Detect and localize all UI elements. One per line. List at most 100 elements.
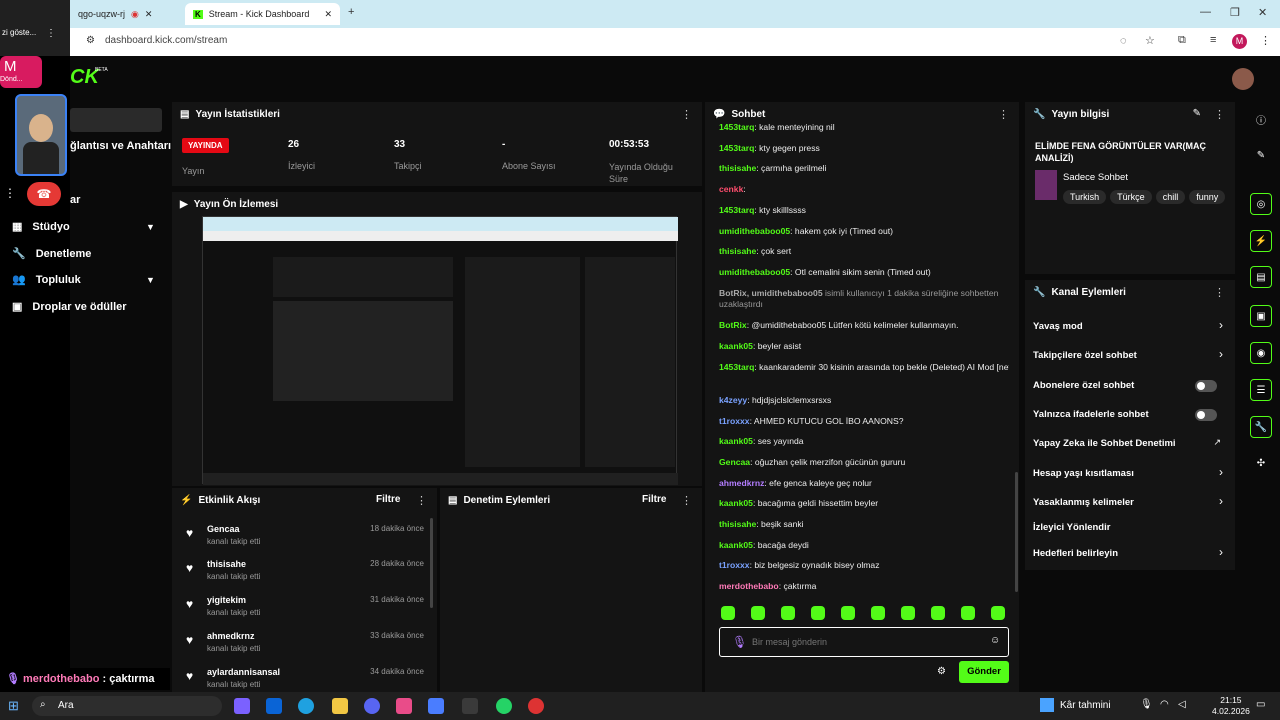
chevron-right-icon[interactable]: › <box>1219 545 1223 559</box>
emote-icon[interactable] <box>991 606 1005 620</box>
external-link-icon[interactable]: ↗ <box>1213 437 1221 448</box>
chat-username[interactable]: BotRix, umidithebaboo05 <box>719 288 823 298</box>
emote-icon[interactable] <box>871 606 885 620</box>
emote-icon[interactable] <box>841 606 855 620</box>
chat-username[interactable]: thisisahe <box>719 163 756 173</box>
chat-username[interactable]: t1roxxx <box>719 560 750 570</box>
more-options-icon[interactable]: ⋮ <box>416 494 427 507</box>
folder-icon[interactable] <box>332 698 348 714</box>
browser-tab[interactable]: qgo-uqzw-rj ◉ ✕ <box>70 3 180 25</box>
action-ai-moderation[interactable]: Yapay Zeka ile Sohbet Denetimi <box>1033 438 1176 449</box>
emote-icon[interactable] <box>901 606 915 620</box>
app-icon[interactable] <box>234 698 250 714</box>
emotes-only-toggle[interactable] <box>1195 409 1217 421</box>
chat-username[interactable]: umidithebaboo05 <box>719 267 790 277</box>
chat-username[interactable]: merdothebabo <box>719 581 779 591</box>
action-raid[interactable]: İzleyici Yönlendir <box>1033 522 1110 533</box>
chat-username[interactable]: 1453tarq <box>719 205 754 215</box>
chat-username[interactable]: ahmedkrnz <box>719 478 764 488</box>
subscribers-only-toggle[interactable] <box>1195 380 1217 392</box>
chat-username[interactable]: cenkk <box>719 184 743 194</box>
chevron-right-icon[interactable]: › <box>1219 465 1223 479</box>
chevron-right-icon[interactable]: › <box>1219 318 1223 332</box>
chat-username[interactable]: kaank05 <box>719 498 753 508</box>
activity-user[interactable]: Gencaa <box>207 524 240 534</box>
wrench-icon[interactable]: 🔧 <box>1250 416 1272 438</box>
sidebar-item-studio[interactable]: ▦ Stüdyo ▼ <box>12 220 155 234</box>
emote-icon[interactable] <box>961 606 975 620</box>
close-tab-icon[interactable]: ✕ <box>324 9 332 20</box>
pencil-icon[interactable]: ✎ <box>1250 144 1272 166</box>
extensions-icon[interactable]: ⧉ <box>1178 34 1186 47</box>
activity-user[interactable]: aylardannisansal <box>207 667 280 677</box>
eye-off-icon[interactable]: ◌ <box>1120 35 1127 47</box>
tag[interactable]: funny <box>1189 190 1226 204</box>
chat-icon[interactable]: ▣ <box>1250 305 1272 327</box>
emote-icon[interactable] <box>781 606 795 620</box>
call-options-icon[interactable]: ⋮ <box>4 186 16 200</box>
action-account-age[interactable]: Hesap yaşı kısıtlaması <box>1033 468 1134 479</box>
chat-username[interactable]: kaank05 <box>719 540 753 550</box>
chat-username[interactable]: thisisahe <box>719 519 756 529</box>
app-icon[interactable] <box>428 698 444 714</box>
activity-user[interactable]: yigitekim <box>207 595 246 605</box>
more-options-icon[interactable]: ⋮ <box>681 108 692 121</box>
stream-preview-video[interactable] <box>202 216 678 485</box>
filter-button[interactable]: Filtre <box>642 494 666 505</box>
sidebar-item-drops[interactable]: ▣ Droplar ve ödüller <box>12 300 127 314</box>
whatsapp-icon[interactable] <box>496 698 512 714</box>
layout-icon[interactable]: ☰ <box>1250 379 1272 401</box>
weather-icon[interactable] <box>1040 698 1054 712</box>
chat-input[interactable] <box>752 634 982 650</box>
mic-icon[interactable]: 🎙 <box>732 635 747 649</box>
volume-icon[interactable]: ◁ <box>1178 699 1186 710</box>
emote-icon[interactable] <box>931 606 945 620</box>
activity-user[interactable]: ahmedkrnz <box>207 631 255 641</box>
info-icon[interactable]: ⓘ <box>1250 108 1272 130</box>
new-tab-button[interactable]: + <box>348 6 354 18</box>
site-info-icon[interactable]: ⚙ <box>86 35 95 46</box>
chat-username[interactable]: BotRix <box>719 320 747 330</box>
url-field[interactable]: dashboard.kick.com/stream <box>105 35 227 46</box>
sidebar-item-partial[interactable]: ar <box>70 194 80 206</box>
weather-label[interactable]: Kâr tahmini <box>1060 700 1111 711</box>
scrollbar[interactable] <box>430 518 433 608</box>
tag[interactable]: Türkçe <box>1110 190 1152 204</box>
shapes-icon[interactable]: ✣ <box>1250 452 1272 474</box>
action-emotes-only[interactable]: Yalnızca ifadelerle sohbet <box>1033 409 1149 420</box>
chat-username[interactable]: kaank05 <box>719 341 753 351</box>
chat-username[interactable]: 1453tarq <box>719 362 754 372</box>
action-goals[interactable]: Hedefleri belirleyin <box>1033 548 1118 559</box>
discord-icon[interactable] <box>364 698 380 714</box>
chat-username[interactable]: kaank05 <box>719 436 753 446</box>
bolt-icon[interactable]: ⚡ <box>1250 230 1272 252</box>
action-slow-mode[interactable]: Yavaş mod <box>1033 321 1083 332</box>
sidebar-item-connection[interactable]: ğlantısı ve Anahtarı <box>70 140 171 152</box>
app-icon[interactable] <box>266 698 282 714</box>
broadcast-icon[interactable]: ◉ <box>1250 342 1272 364</box>
more-icon[interactable]: ⋮ <box>46 28 56 39</box>
more-options-icon[interactable]: ⋮ <box>1214 108 1225 121</box>
action-banned-words[interactable]: Yasaklanmış kelimeler <box>1033 497 1134 508</box>
call-avatar[interactable]: M Dönd... <box>0 56 42 88</box>
media-icon[interactable]: ≡ <box>1210 34 1216 46</box>
action-subscribers-only[interactable]: Abonelere özel sohbet <box>1033 380 1134 391</box>
menu-icon[interactable]: ⋮ <box>1260 34 1271 47</box>
minimize-button[interactable]: — <box>1200 6 1211 18</box>
more-options-icon[interactable]: ⋮ <box>998 108 1009 121</box>
chat-settings-icon[interactable]: ⚙ <box>937 666 946 677</box>
sidebar-item-community[interactable]: 👥 Topluluk ▼ <box>12 273 155 287</box>
send-button[interactable]: Gönder <box>959 661 1009 683</box>
list-icon[interactable]: ▤ <box>1250 266 1272 288</box>
chevron-right-icon[interactable]: › <box>1219 494 1223 508</box>
chat-input-box[interactable]: 🎙 ☺ <box>719 627 1009 657</box>
profile-avatar[interactable]: M <box>1232 34 1247 49</box>
emote-icon[interactable] <box>811 606 825 620</box>
wifi-icon[interactable]: ◠ <box>1160 699 1169 710</box>
action-followers-only[interactable]: Takipçilere özel sohbet <box>1033 350 1137 361</box>
taskbar-search[interactable]: ⌕ Ara <box>32 696 222 716</box>
mic-icon[interactable]: 🎙 <box>1140 699 1153 710</box>
filter-button[interactable]: Filtre <box>376 494 400 505</box>
chat-scrollbar[interactable] <box>1015 472 1018 592</box>
more-options-icon[interactable]: ⋮ <box>681 494 692 507</box>
